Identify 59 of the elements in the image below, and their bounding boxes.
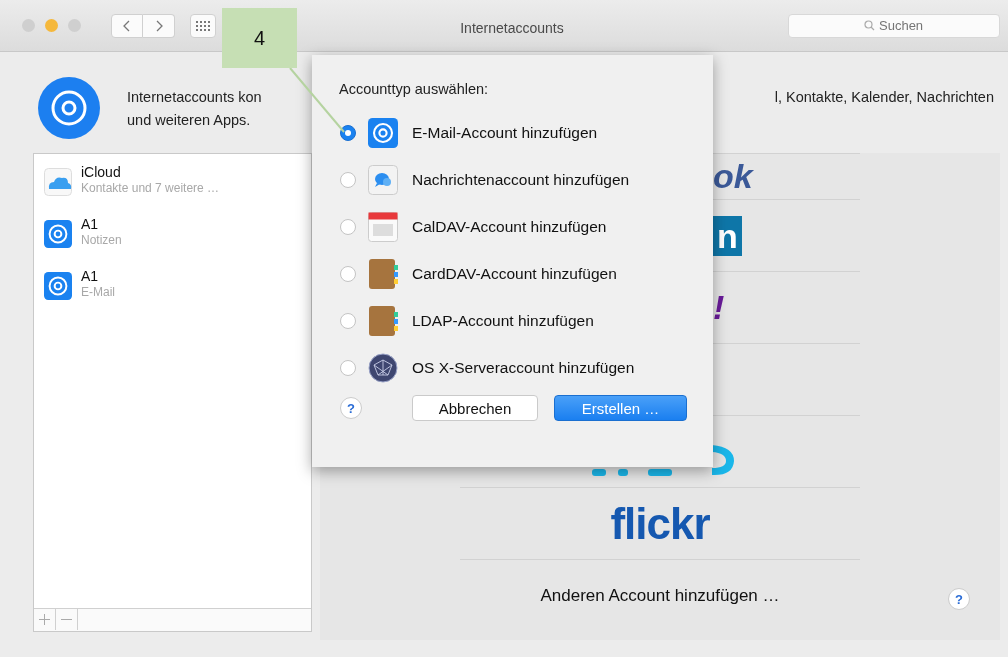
- calendar-icon: [368, 211, 398, 242]
- provider-logo[interactable]: ok: [713, 157, 753, 196]
- at-icon: [44, 272, 72, 300]
- back-button[interactable]: [111, 13, 143, 38]
- sheet-title: Accounttyp auswählen:: [339, 81, 490, 97]
- provider-logo[interactable]: flickr: [610, 498, 710, 549]
- description-text: l, Kontakte, Kalender, Nachrichten: [774, 88, 994, 107]
- logo-fragment-icon: [590, 445, 735, 477]
- add-other-account-link[interactable]: Anderen Account hinzufügen …: [540, 586, 780, 606]
- callout-label: 4: [222, 8, 297, 68]
- cancel-button[interactable]: Abbrechen: [412, 395, 538, 421]
- radio-button[interactable]: [340, 124, 356, 141]
- account-item[interactable]: iCloud Kontakte und 7 weitere …: [34, 162, 311, 214]
- window-title: Internetaccounts: [459, 20, 565, 36]
- account-detail: Notizen: [81, 233, 122, 247]
- grid-icon: [196, 20, 210, 31]
- provider-logo[interactable]: n: [713, 215, 742, 256]
- close-button[interactable]: [22, 19, 35, 32]
- option-label[interactable]: Nachrichtenaccount hinzufügen: [412, 170, 630, 189]
- zoom-button[interactable]: [68, 19, 81, 32]
- description-text: Internetaccounts kon: [127, 88, 262, 107]
- account-name: A1: [81, 216, 100, 232]
- account-item[interactable]: A1 Notizen: [34, 214, 311, 266]
- cloud-icon: [44, 168, 72, 196]
- radio-button[interactable]: [340, 359, 356, 376]
- help-button[interactable]: ?: [340, 397, 362, 419]
- account-detail: Kontakte und 7 weitere …: [81, 181, 220, 195]
- option-label[interactable]: OS X-Serveraccount hinzufügen: [412, 358, 635, 377]
- forward-button[interactable]: [143, 13, 175, 38]
- account-name: A1: [81, 268, 100, 284]
- radio-button[interactable]: [340, 265, 356, 282]
- search-icon: [864, 19, 875, 31]
- chevron-left-icon: [123, 19, 131, 32]
- account-item[interactable]: A1 E-Mail: [34, 266, 311, 318]
- address-book-icon: [368, 258, 398, 289]
- option-label[interactable]: CalDAV-Account hinzufügen: [412, 217, 607, 236]
- radio-button[interactable]: [340, 171, 356, 188]
- show-all-button[interactable]: [190, 13, 216, 38]
- address-book-icon: [368, 305, 398, 336]
- provider-logo[interactable]: !: [713, 288, 725, 327]
- at-icon: [38, 77, 100, 139]
- minimize-button[interactable]: [45, 19, 58, 32]
- create-button[interactable]: Erstellen …: [554, 395, 687, 421]
- description-text: und weiteren Apps.: [127, 111, 252, 130]
- at-icon: [44, 220, 72, 248]
- chevron-right-icon: [154, 19, 163, 32]
- at-icon: [368, 117, 398, 148]
- option-label[interactable]: LDAP-Account hinzufügen: [412, 311, 594, 330]
- account-detail: E-Mail: [81, 285, 115, 299]
- option-label[interactable]: E-Mail-Account hinzufügen: [412, 123, 598, 142]
- search-field[interactable]: Suchen: [788, 13, 1000, 38]
- radio-button[interactable]: [340, 312, 356, 329]
- globe-icon: [368, 352, 398, 383]
- option-label[interactable]: CardDAV-Account hinzufügen: [412, 264, 617, 283]
- plus-icon: [39, 614, 50, 625]
- chat-bubble-icon: [368, 164, 398, 195]
- help-button[interactable]: ?: [948, 588, 970, 610]
- account-name: iCloud: [81, 164, 122, 180]
- radio-button[interactable]: [340, 218, 356, 235]
